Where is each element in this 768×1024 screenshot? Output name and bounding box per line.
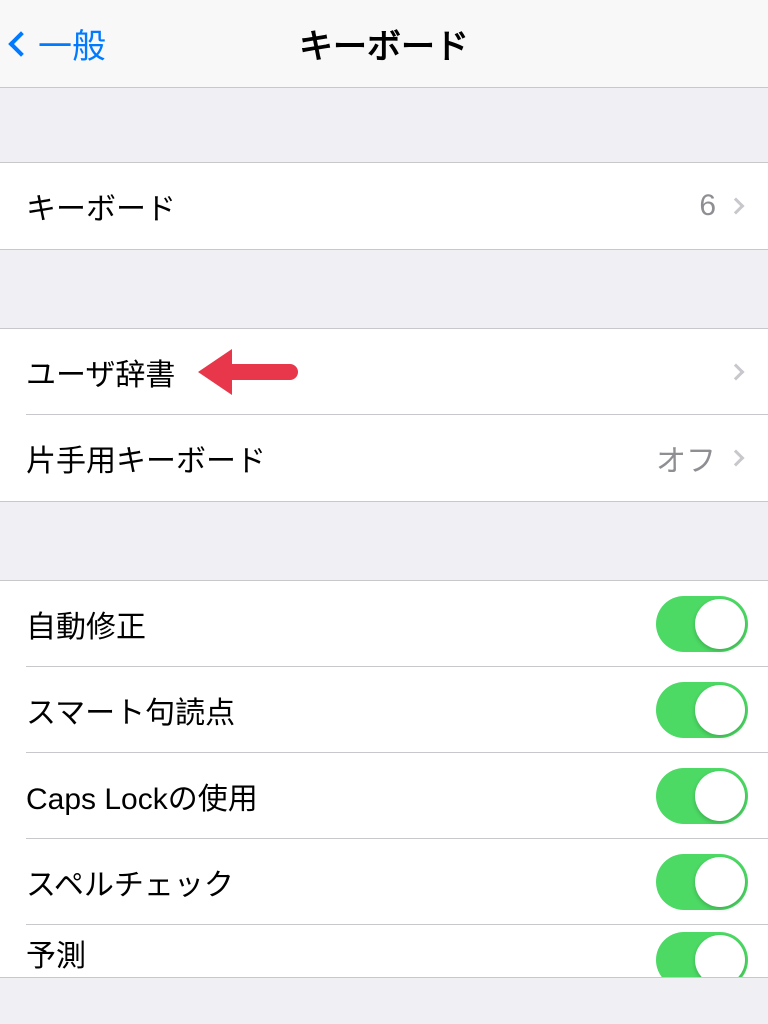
row-label: Caps Lockの使用 — [26, 774, 656, 818]
back-label: 一般 — [38, 19, 106, 68]
row-user-dictionary[interactable]: ユーザ辞書 — [0, 329, 768, 415]
section-spacer — [0, 502, 768, 580]
section-dictionary: ユーザ辞書 片手用キーボード オフ — [0, 328, 768, 502]
navigation-bar: 一般 キーボード — [0, 0, 768, 88]
section-spacer — [0, 88, 768, 162]
toggle-knob — [695, 771, 745, 821]
toggle-knob — [695, 857, 745, 907]
section-spacer — [0, 250, 768, 328]
row-label: 予測 — [26, 931, 656, 977]
row-value: 6 — [699, 189, 716, 223]
chevron-right-icon — [728, 198, 745, 215]
toggle-switch[interactable] — [656, 682, 748, 738]
chevron-right-icon — [728, 364, 745, 381]
row-predictive: 予測 — [0, 925, 768, 977]
row-label: ユーザ辞書 — [26, 350, 730, 394]
row-value: オフ — [656, 436, 716, 480]
row-smart-punctuation: スマート句読点 — [0, 667, 768, 753]
toggle-switch[interactable] — [656, 596, 748, 652]
section-toggles: 自動修正 スマート句読点 Caps Lockの使用 スペルチェック 予測 — [0, 580, 768, 978]
toggle-knob — [695, 935, 745, 977]
toggle-switch[interactable] — [656, 854, 748, 910]
chevron-left-icon — [8, 31, 33, 56]
row-spell-check: スペルチェック — [0, 839, 768, 925]
toggle-switch[interactable] — [656, 768, 748, 824]
section-keyboards: キーボード 6 — [0, 162, 768, 250]
row-label: スペルチェック — [26, 860, 656, 904]
row-label: 自動修正 — [26, 602, 656, 646]
back-button[interactable]: 一般 — [12, 19, 106, 68]
row-keyboards[interactable]: キーボード 6 — [0, 163, 768, 249]
row-auto-correction: 自動修正 — [0, 581, 768, 667]
page-title: キーボード — [299, 19, 469, 68]
row-label: スマート句読点 — [26, 688, 656, 732]
row-label: 片手用キーボード — [26, 436, 656, 480]
toggle-knob — [695, 685, 745, 735]
toggle-knob — [695, 599, 745, 649]
row-one-handed-keyboard[interactable]: 片手用キーボード オフ — [0, 415, 768, 501]
row-label: キーボード — [26, 184, 699, 228]
chevron-right-icon — [728, 450, 745, 467]
toggle-switch[interactable] — [656, 932, 748, 977]
row-caps-lock: Caps Lockの使用 — [0, 753, 768, 839]
